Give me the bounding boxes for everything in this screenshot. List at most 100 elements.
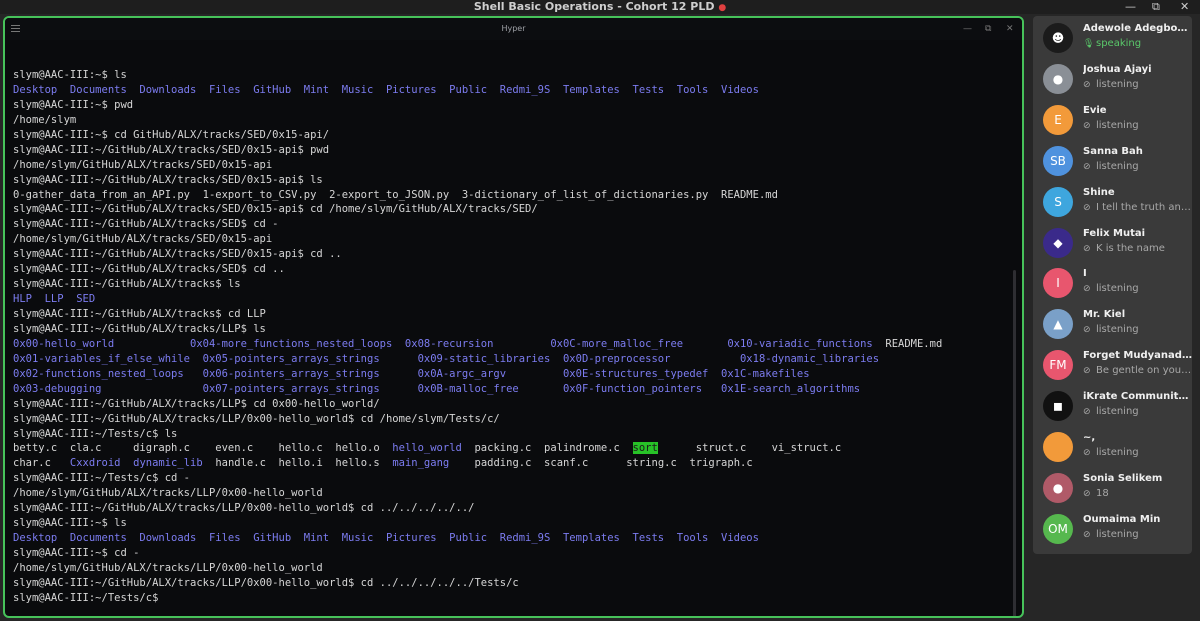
participant-status-text: listening [1096,78,1139,90]
terminal-line: /home/slym/GitHub/ALX/tracks/LLP/0x00-he… [13,561,1022,576]
muted-mic-icon: ⊘ [1083,488,1091,499]
participant-name: Oumaima Min [1083,513,1161,525]
participant-row[interactable]: OM Oumaima Min ⊘ listening [1043,512,1191,553]
terminal-dir-text: hello_world [392,442,462,455]
terminal-text: /home/slym/GitHub/ALX/tracks/SED/0x15-ap… [13,158,273,171]
terminal-line: betty.c cla.c digraph.c even.c hello.c h… [13,441,1022,456]
participant-status-text: speaking [1096,38,1142,49]
terminal-line: 0x03-debugging 0x07-pointers_arrays_stri… [13,382,1022,397]
terminal-highlight-text: sort [632,442,658,455]
participant-avatar: ● [1043,63,1073,94]
participant-avatar: ▲ [1043,309,1073,340]
meeting-title: Shell Basic Operations - Cohort 12 PLD ● [0,0,1200,14]
terminal-text: slym@AAC-III:~/GitHub/ALX/tracks/SED$ cd… [13,263,285,276]
terminal-text: slym@AAC-III:~/GitHub/ALX/tracks/LLP$ cd… [13,397,380,410]
participant-name: Joshua Ajayi [1083,63,1152,75]
participant-avatar: FM [1043,350,1073,381]
terminal-text: slym@AAC-III:~$ ls [13,69,127,81]
participant-row[interactable]: ☻ Adewole Adegboyega 🎙 speaking [1043,21,1193,62]
restore-window-button[interactable]: ⧉ [1152,0,1160,14]
participant-status: ⊘ listening [1083,324,1193,335]
terminal-text: slym@AAC-III:~/GitHub/ALX/tracks/LLP$ ls [13,322,266,335]
terminal-line: slym@AAC-III:~/Tests/c$ ls [13,427,1022,442]
participant-status: ⊘ I tell the truth and... [1083,202,1193,213]
participant-status: ⊘ 18 [1083,488,1193,499]
participant-avatar: ◼ [1043,391,1073,422]
minimize-window-button[interactable]: — [1125,0,1136,14]
terminal-text: slym@AAC-III:~$ ls [13,517,127,530]
terminal-dir-text: HLP LLP SED [13,293,96,306]
muted-mic-icon: ⊘ [1083,120,1091,131]
participant-row[interactable]: S Shine ⊘ I tell the truth and... [1043,185,1193,226]
terminal-line: slym@AAC-III:~/GitHub/ALX/tracks/SED/0x1… [13,143,1022,158]
participant-row[interactable]: FM Forget Mudyanadzo ⊘ Be gentle on yoursel… [1043,348,1193,389]
participant-avatar: S [1043,186,1073,217]
muted-mic-icon: ⊘ [1083,243,1091,254]
terminal-text: slym@AAC-III:~/GitHub/ALX/tracks/SED$ cd… [13,218,279,231]
participant-row[interactable]: ◆ Felix Mutai ⊘ K is the name [1043,226,1191,267]
terminal-line: HLP LLP SED [13,292,1022,307]
participant-status: ⊘ listening [1083,79,1193,90]
participant-status-text: 18 [1096,487,1109,499]
terminal-line: slym@AAC-III:~/GitHub/ALX/tracks/SED$ cd… [13,217,1022,232]
participant-row[interactable]: ▲ Mr. Kiel ⊘ listening [1043,307,1191,348]
participant-avatar: E [1043,104,1073,135]
mic-icon: 🎙 [1083,39,1095,49]
close-window-button[interactable]: ✕ [1180,0,1189,14]
participant-status-text: K is the name [1096,242,1165,254]
participant-row[interactable]: I I ⊘ listening [1043,266,1191,307]
participant-row[interactable]: ● Joshua Ajayi ⊘ listening [1043,62,1191,103]
terminal-scrollbar[interactable] [1013,270,1016,616]
terminal-output[interactable]: slym@AAC-III:~$ ls Desktop Documents Down… [13,68,1022,606]
terminal-text: /home/slym/GitHub/ALX/tracks/LLP/0x00-he… [13,561,323,574]
terminal-text: /home/slym/GitHub/ALX/tracks/SED/0x15-ap… [13,233,273,246]
terminal-line: /home/slym/GitHub/ALX/tracks/SED/0x15-ap… [13,232,1022,247]
terminal-minimize-button[interactable]: — [963,18,972,40]
terminal-app-title: Hyper [501,24,526,33]
terminal-restore-button[interactable]: ⧉ [985,18,991,40]
terminal-line: slym@AAC-III:~/Tests/c$ [13,591,1022,606]
participant-avatar [1043,432,1073,462]
participant-row[interactable]: E Evie ⊘ listening [1043,103,1191,144]
terminal-line: slym@AAC-III:~$ ls [13,68,1022,83]
terminal-text: slym@AAC-III:~$ pwd [13,98,134,111]
terminal-text: handle.c hello.i hello.s [202,457,393,470]
participant-status: 🎙 speaking [1083,38,1193,49]
terminal-line: slym@AAC-III:~/GitHub/ALX/tracks/LLP$ cd… [13,397,1022,412]
participant-status-text: listening [1096,406,1139,418]
participant-status: ⊘ listening [1083,283,1193,294]
terminal-line: slym@AAC-III:~/GitHub/ALX/tracks/SED/0x1… [13,173,1022,188]
participant-name: Shine [1083,186,1115,198]
participant-row[interactable]: ● Sonia Selikem ⊘ 18 [1043,471,1191,512]
participant-status: ⊘ Be gentle on yourself [1083,365,1193,376]
terminal-close-button[interactable]: ✕ [1006,18,1014,40]
terminal-text: slym@AAC-III:~/GitHub/ALX/tracks/SED/0x1… [13,173,323,186]
participant-avatar: I [1043,268,1073,299]
participant-status-text: listening [1096,528,1139,540]
participant-status-text: Be gentle on yourself [1096,365,1193,377]
participant-row[interactable]: SB Sanna Bah ⊘ listening [1043,144,1191,185]
participant-name: ~, [1083,432,1096,443]
terminal-text: slym@AAC-III:~/GitHub/ALX/tracks/LLP/0x0… [13,576,519,589]
participant-status: ⊘ listening [1083,161,1193,172]
participant-row[interactable]: ◼ iKrate Community ... ⊘ listening [1043,389,1193,430]
terminal-text: slym@AAC-III:~/GitHub/ALX/tracks/SED/0x1… [13,248,342,261]
meeting-title-bar: Shell Basic Operations - Cohort 12 PLD ●… [0,0,1200,14]
terminal-text: slym@AAC-III:~/GitHub/ALX/tracks/SED/0x1… [13,203,538,216]
participant-name: Felix Mutai [1083,227,1146,239]
participant-name: Sanna Bah [1083,145,1143,157]
participant-status-text: listening [1096,324,1139,336]
participant-avatar: SB [1043,145,1073,176]
terminal-line: slym@AAC-III:~/GitHub/ALX/tracks$ ls [13,277,1022,292]
meeting-title-text: Shell Basic Operations - Cohort 12 PLD [473,0,715,13]
terminal-text: slym@AAC-III:~/Tests/c$ cd - [13,472,191,485]
participant-status-text: listening [1096,283,1139,295]
terminal-line: slym@AAC-III:~$ pwd [13,98,1022,113]
participant-name: iKrate Community ... [1083,391,1193,403]
participant-row[interactable]: ~, ⊘ listening [1043,430,1191,471]
terminal-line: slym@AAC-III:~/GitHub/ALX/tracks$ cd LLP [13,307,1022,322]
participant-status-text: I tell the truth and... [1096,201,1193,213]
terminal-line: char.c Cxxdroid dynamic_lib handle.c hel… [13,456,1022,471]
participant-name: Adewole Adegboyega [1083,23,1193,34]
terminal-line: Desktop Documents Downloads Files GitHub… [13,531,1022,546]
